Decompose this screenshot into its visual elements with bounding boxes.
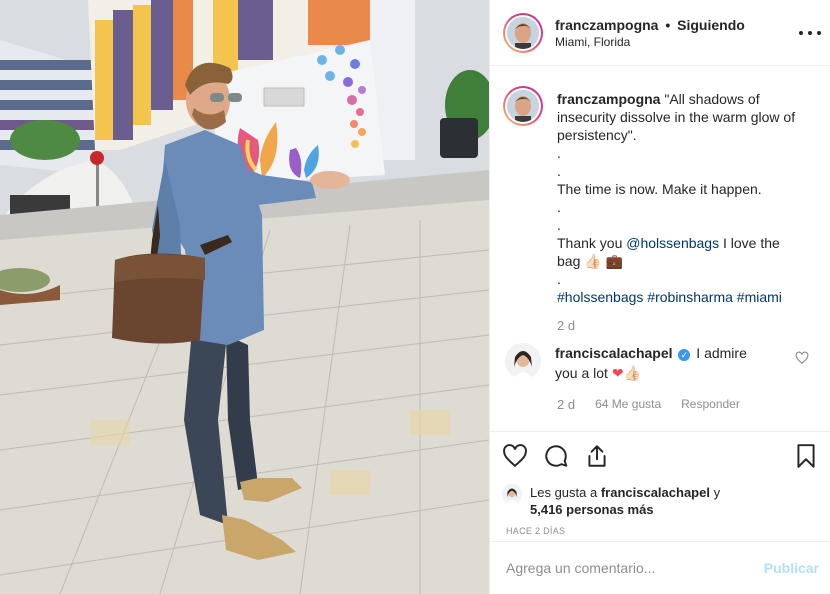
author-avatar[interactable] — [503, 12, 543, 53]
caption-line-7: . — [557, 271, 561, 287]
caption: franczampogna "All shadows of insecurity… — [503, 86, 815, 306]
comment-likes[interactable]: 64 Me gusta — [595, 397, 661, 412]
caption-line-4: . — [557, 199, 561, 215]
post-photo[interactable] — [0, 0, 489, 594]
likes-prefix: Les gusta a — [530, 485, 598, 500]
bookmark-icon[interactable] — [793, 443, 819, 469]
caption-line-6: Thank you — [557, 235, 623, 251]
share-icon[interactable] — [584, 443, 610, 469]
post-header: franczampogna • Siguiendo Miami, Florida — [490, 0, 830, 66]
small-heart-icon[interactable] — [795, 351, 809, 365]
caption-line-1: . — [557, 145, 561, 161]
commenter-avatar[interactable] — [505, 343, 541, 379]
caption-line-2: . — [557, 163, 561, 179]
comment-bubble-icon[interactable] — [543, 443, 569, 469]
comment-item: franciscalachapel ✓ I admire you a lot ❤… — [503, 343, 815, 383]
caption-username[interactable]: franczampogna — [557, 91, 660, 107]
comment-input[interactable] — [506, 560, 764, 576]
verified-badge-icon: ✓ — [678, 349, 691, 361]
post-actions: Les gusta a franciscalachapel y 5,416 pe… — [490, 431, 830, 536]
add-comment-bar: Publicar — [490, 541, 830, 594]
post-side-panel: franczampogna • Siguiendo Miami, Florida — [489, 0, 830, 594]
likes-count[interactable]: 5,416 personas más — [530, 502, 654, 517]
caption-avatar-image — [507, 90, 539, 122]
caption-line-3: The time is now. Make it happen. — [557, 181, 762, 197]
comment-emoji: ❤👍🏻 — [611, 365, 641, 381]
caption-avatar[interactable] — [503, 86, 543, 126]
comment-text: franciscalachapel ✓ I admire you a lot ❤… — [555, 343, 765, 383]
caption-age[interactable]: 2 d — [557, 318, 815, 333]
author-avatar-image — [507, 16, 539, 49]
reply-button[interactable]: Responder — [681, 397, 740, 412]
header-separator: • — [665, 16, 671, 33]
hashtag-link[interactable]: #robinsharma — [647, 289, 733, 305]
likes-suffix: y — [713, 485, 721, 500]
caption-line-5: . — [557, 217, 561, 233]
post-timestamp[interactable]: HACE 2 DÍAS — [506, 526, 819, 536]
hashtag-link[interactable]: #miami — [737, 289, 782, 305]
liker-avatar[interactable] — [502, 484, 522, 504]
heart-icon[interactable] — [502, 443, 528, 469]
action-icons — [502, 442, 819, 470]
post-location[interactable]: Miami, Florida — [555, 34, 745, 50]
mention-link[interactable]: @holssenbags — [626, 235, 719, 251]
instagram-post: franczampogna • Siguiendo Miami, Florida — [0, 0, 830, 594]
comments-section[interactable]: franczampogna "All shadows of insecurity… — [490, 66, 830, 431]
photo-illustration — [0, 0, 489, 594]
likes-summary: Les gusta a franciscalachapel y 5,416 pe… — [502, 484, 819, 518]
comment-age[interactable]: 2 d — [557, 397, 575, 412]
liker-username[interactable]: franciscalachapel — [601, 485, 710, 500]
author-username[interactable]: franczampogna — [555, 17, 658, 33]
caption-text: franczampogna "All shadows of insecurity… — [557, 86, 807, 306]
liker-avatar-image — [502, 484, 522, 504]
publish-button[interactable]: Publicar — [764, 560, 819, 576]
more-options-icon[interactable] — [799, 22, 821, 44]
header-names: franczampogna • Siguiendo Miami, Florida — [555, 16, 745, 50]
hashtag-link[interactable]: #holssenbags — [557, 289, 643, 305]
commenter-username[interactable]: franciscalachapel — [555, 345, 673, 361]
following-button[interactable]: Siguiendo — [677, 17, 745, 33]
comment-meta: 2 d 64 Me gusta Responder — [557, 397, 815, 412]
commenter-avatar-image — [505, 343, 541, 379]
